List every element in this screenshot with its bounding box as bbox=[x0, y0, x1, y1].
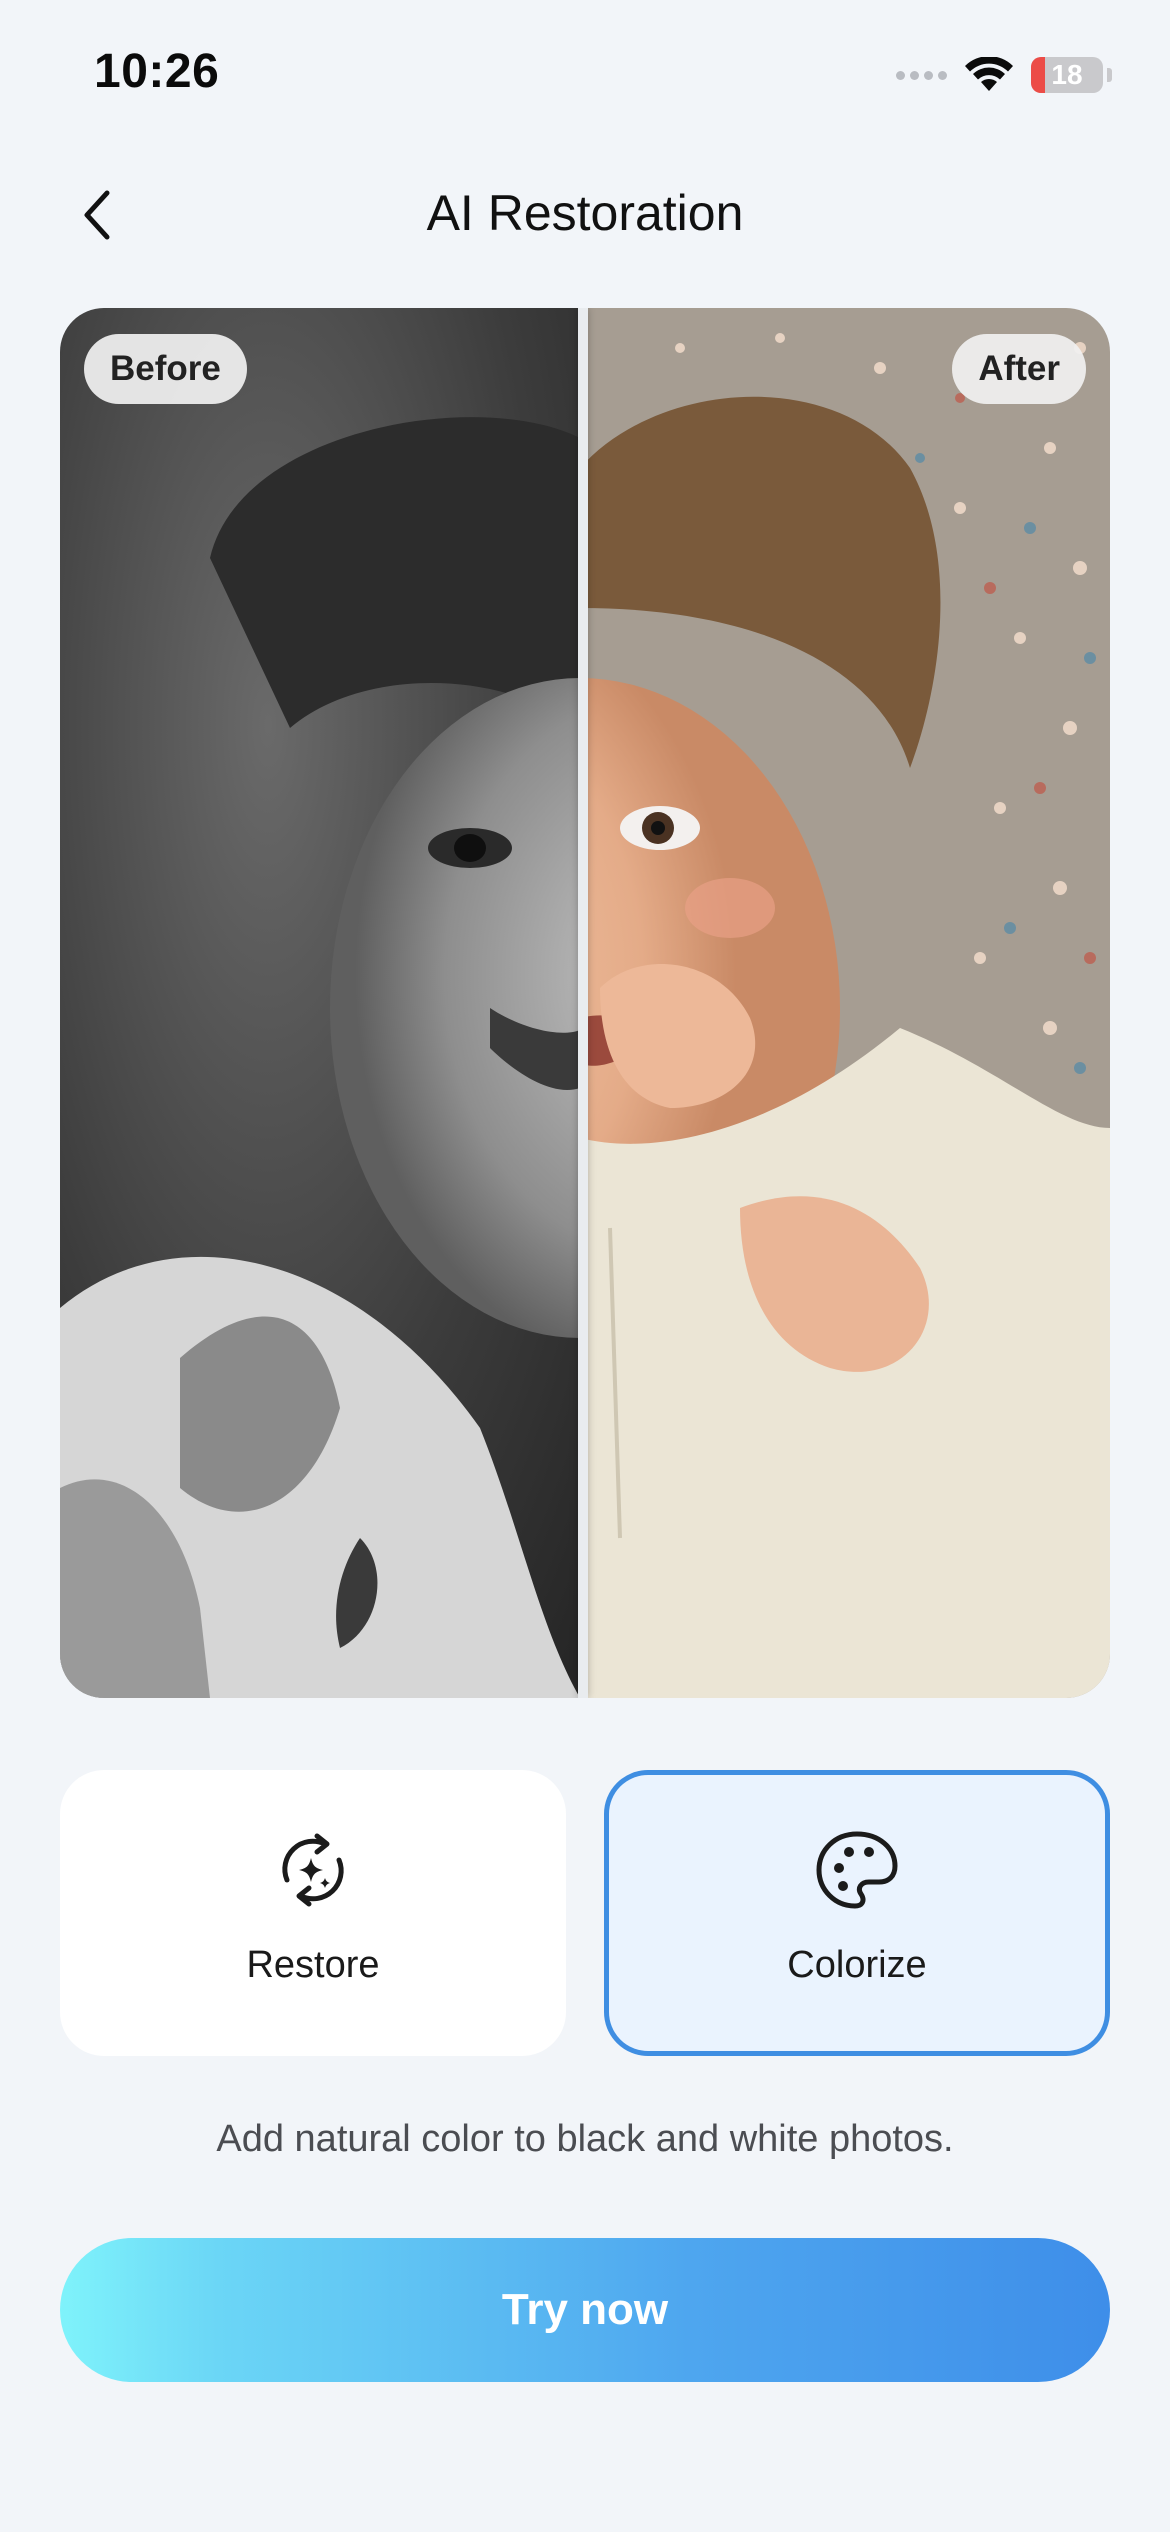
nav-bar: AI Restoration bbox=[0, 150, 1170, 280]
colorize-label: Colorize bbox=[787, 1944, 927, 1986]
battery-icon: 18 bbox=[1031, 57, 1103, 93]
before-photo bbox=[60, 308, 580, 1698]
status-icons: 18 bbox=[896, 50, 1112, 100]
after-label: After bbox=[952, 334, 1086, 404]
try-now-button[interactable]: Try now bbox=[60, 2238, 1110, 2382]
before-label: Before bbox=[84, 334, 247, 404]
cellular-signal-icon bbox=[896, 70, 947, 80]
colorize-option[interactable]: Colorize bbox=[604, 1770, 1110, 2056]
comparison-divider-handle[interactable] bbox=[578, 308, 588, 1698]
palette-icon bbox=[816, 1831, 898, 1909]
battery-level: 18 bbox=[1051, 59, 1083, 90]
sparkle-refresh-icon bbox=[282, 1833, 344, 1907]
mode-description: Add natural color to black and white pho… bbox=[216, 2118, 954, 2160]
status-time: 10:26 bbox=[94, 45, 220, 98]
after-photo bbox=[580, 308, 1110, 1698]
status-bar: 10:26 18 bbox=[0, 0, 1170, 150]
wifi-icon bbox=[965, 57, 1013, 91]
page-title: AI Restoration bbox=[426, 185, 744, 241]
restore-label: Restore bbox=[246, 1944, 380, 1986]
restore-option[interactable]: Restore bbox=[60, 1770, 566, 2056]
before-after-comparison[interactable]: Before After bbox=[60, 308, 1110, 1698]
try-now-label: Try now bbox=[501, 2285, 669, 2334]
